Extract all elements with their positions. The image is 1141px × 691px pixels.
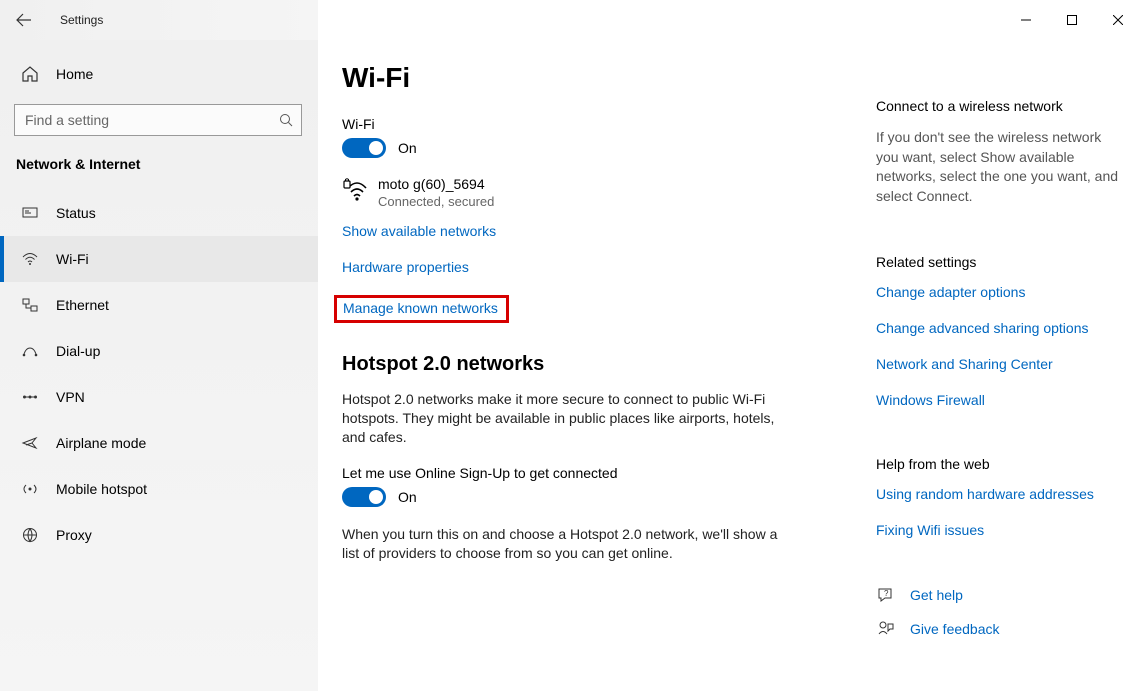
help-icon: ? xyxy=(876,586,896,604)
sidebar-home-label: Home xyxy=(42,66,93,82)
hotspot-heading: Hotspot 2.0 networks xyxy=(342,353,842,376)
maximize-icon xyxy=(1067,15,1077,25)
related-link[interactable]: Change adapter options xyxy=(876,284,1025,300)
sidebar-item-label: Proxy xyxy=(42,527,92,543)
current-network[interactable]: moto g(60)_5694 Connected, secured xyxy=(342,176,842,209)
sidebar-item-label: VPN xyxy=(42,389,85,405)
wifi-toggle-state: On xyxy=(398,140,417,156)
search-box[interactable] xyxy=(14,104,302,136)
sidebar-item-label: Dial-up xyxy=(42,343,100,359)
get-help-row[interactable]: ? Get help xyxy=(876,586,1131,604)
svg-text:?: ? xyxy=(884,589,889,598)
sidebar-item-airplane[interactable]: Airplane mode xyxy=(0,420,318,466)
title-bar: Settings xyxy=(0,0,1141,40)
search-icon xyxy=(279,113,293,127)
hotspot-desc2: When you turn this on and choose a Hotsp… xyxy=(342,525,782,563)
hotspot-icon xyxy=(18,480,42,498)
sidebar-item-label: Mobile hotspot xyxy=(42,481,147,497)
sidebar: Home Network & Internet Status Wi-Fi Eth… xyxy=(0,40,318,691)
hardware-properties-link[interactable]: Hardware properties xyxy=(342,259,469,275)
hotspot-toggle[interactable] xyxy=(342,487,386,507)
wifi-icon xyxy=(18,250,42,268)
dialup-icon xyxy=(18,342,42,360)
help-heading: Help from the web xyxy=(876,456,1131,472)
ethernet-icon xyxy=(18,296,42,314)
sidebar-item-label: Status xyxy=(42,205,96,221)
ssid-label: moto g(60)_5694 xyxy=(378,176,494,192)
minimize-button[interactable] xyxy=(1003,0,1049,40)
sidebar-item-dialup[interactable]: Dial-up xyxy=(0,328,318,374)
connection-status: Connected, secured xyxy=(378,194,494,209)
connect-text: If you don't see the wireless network yo… xyxy=(876,128,1126,206)
feedback-link[interactable]: Give feedback xyxy=(910,621,1000,637)
help-link[interactable]: Fixing Wifi issues xyxy=(876,522,984,538)
status-icon xyxy=(18,204,42,222)
manage-known-networks-link[interactable]: Manage known networks xyxy=(343,300,498,316)
related-link[interactable]: Change advanced sharing options xyxy=(876,320,1089,336)
minimize-icon xyxy=(1021,15,1031,25)
airplane-icon xyxy=(18,434,42,452)
show-available-link[interactable]: Show available networks xyxy=(342,223,496,239)
close-icon xyxy=(1113,15,1123,25)
category-heading: Network & Internet xyxy=(0,152,318,190)
proxy-icon xyxy=(18,526,42,544)
sidebar-item-vpn[interactable]: VPN xyxy=(0,374,318,420)
wifi-label: Wi-Fi xyxy=(342,116,842,132)
sidebar-item-label: Ethernet xyxy=(42,297,109,313)
sidebar-item-label: Wi-Fi xyxy=(42,251,89,267)
wifi-toggle[interactable] xyxy=(342,138,386,158)
help-link[interactable]: Using random hardware addresses xyxy=(876,486,1094,502)
related-heading: Related settings xyxy=(876,254,1131,270)
close-button[interactable] xyxy=(1095,0,1141,40)
highlight-box: Manage known networks xyxy=(334,295,509,323)
hotspot-toggle-state: On xyxy=(398,489,417,505)
related-link[interactable]: Network and Sharing Center xyxy=(876,356,1053,372)
connect-heading: Connect to a wireless network xyxy=(876,98,1131,114)
search-input[interactable] xyxy=(23,111,279,129)
sidebar-item-proxy[interactable]: Proxy xyxy=(0,512,318,558)
sidebar-item-label: Airplane mode xyxy=(42,435,146,451)
sidebar-item-ethernet[interactable]: Ethernet xyxy=(0,282,318,328)
feedback-row[interactable]: Give feedback xyxy=(876,620,1131,638)
main-content: Wi-Fi Wi-Fi On moto g(60)_5694 Connected… xyxy=(318,40,1141,691)
page-title: Wi-Fi xyxy=(342,62,842,94)
sidebar-item-status[interactable]: Status xyxy=(0,190,318,236)
hotspot-toggle-label: Let me use Online Sign-Up to get connect… xyxy=(342,465,842,481)
sidebar-home[interactable]: Home xyxy=(0,52,318,96)
vpn-icon xyxy=(18,388,42,406)
wifi-secured-icon xyxy=(342,176,378,204)
home-icon xyxy=(18,65,42,83)
sidebar-item-wifi[interactable]: Wi-Fi xyxy=(0,236,318,282)
arrow-left-icon xyxy=(16,12,32,28)
feedback-icon xyxy=(876,620,896,638)
back-button[interactable] xyxy=(0,0,48,40)
window-controls xyxy=(1003,0,1141,40)
maximize-button[interactable] xyxy=(1049,0,1095,40)
window-title: Settings xyxy=(48,13,103,27)
sidebar-item-hotspot[interactable]: Mobile hotspot xyxy=(0,466,318,512)
get-help-link[interactable]: Get help xyxy=(910,587,963,603)
related-link[interactable]: Windows Firewall xyxy=(876,392,985,408)
hotspot-desc: Hotspot 2.0 networks make it more secure… xyxy=(342,390,782,447)
